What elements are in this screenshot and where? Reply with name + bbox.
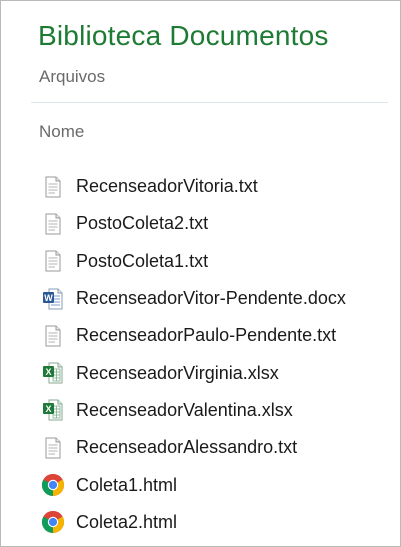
text-file-icon [41, 212, 65, 236]
file-name: RecenseadorValentina.xlsx [76, 399, 293, 420]
svg-text:X: X [45, 367, 51, 377]
svg-text:W: W [44, 292, 53, 302]
file-list: RecenseadorVitoria.txt PostoColeta2.txt [1, 168, 401, 541]
file-name: RecenseadorVirginia.xlsx [76, 362, 279, 383]
file-library-window: Biblioteca Documentos Arquivos Nome Rece… [0, 0, 401, 547]
column-header-name[interactable]: Nome [39, 122, 84, 142]
file-name: RecenseadorAlessandro.txt [76, 437, 298, 458]
excel-file-icon: X [41, 398, 65, 422]
svg-text:X: X [45, 404, 51, 414]
file-item[interactable]: RecenseadorVitoria.txt [1, 168, 401, 205]
text-file-icon [41, 436, 65, 460]
excel-file-icon: X [41, 361, 65, 385]
file-name: RecenseadorVitoria.txt [76, 176, 258, 197]
file-name: Coleta1.html [76, 474, 178, 495]
file-item[interactable]: W RecenseadorVitor-Pendente.docx [1, 280, 401, 317]
file-item[interactable]: PostoColeta2.txt [1, 205, 401, 242]
page-subtitle: Arquivos [39, 67, 106, 86]
file-item[interactable]: Coleta2.html [1, 504, 401, 541]
file-name: RecenseadorVitor-Pendente.docx [76, 288, 346, 309]
text-file-icon [41, 249, 65, 273]
text-file-icon [41, 324, 65, 348]
file-name: PostoColeta1.txt [76, 250, 209, 271]
file-item[interactable]: RecenseadorAlessandro.txt [1, 429, 401, 466]
page-title: Biblioteca Documentos [38, 20, 329, 51]
file-item[interactable]: X RecenseadorVirginia.xlsx [1, 354, 401, 391]
file-item[interactable]: Coleta1.html [1, 466, 401, 503]
chrome-html-icon [41, 473, 65, 497]
file-name: Coleta2.html [76, 511, 178, 532]
file-name: PostoColeta2.txt [76, 213, 209, 234]
file-item[interactable]: PostoColeta1.txt [1, 243, 401, 280]
word-file-icon: W [41, 287, 65, 311]
file-name: RecenseadorPaulo-Pendente.txt [76, 325, 337, 346]
file-item[interactable]: X RecenseadorValentina.xlsx [1, 392, 401, 429]
chrome-html-icon [41, 510, 65, 534]
text-file-icon [41, 175, 65, 199]
file-item[interactable]: RecenseadorPaulo-Pendente.txt [1, 317, 401, 354]
header-divider [31, 102, 388, 103]
